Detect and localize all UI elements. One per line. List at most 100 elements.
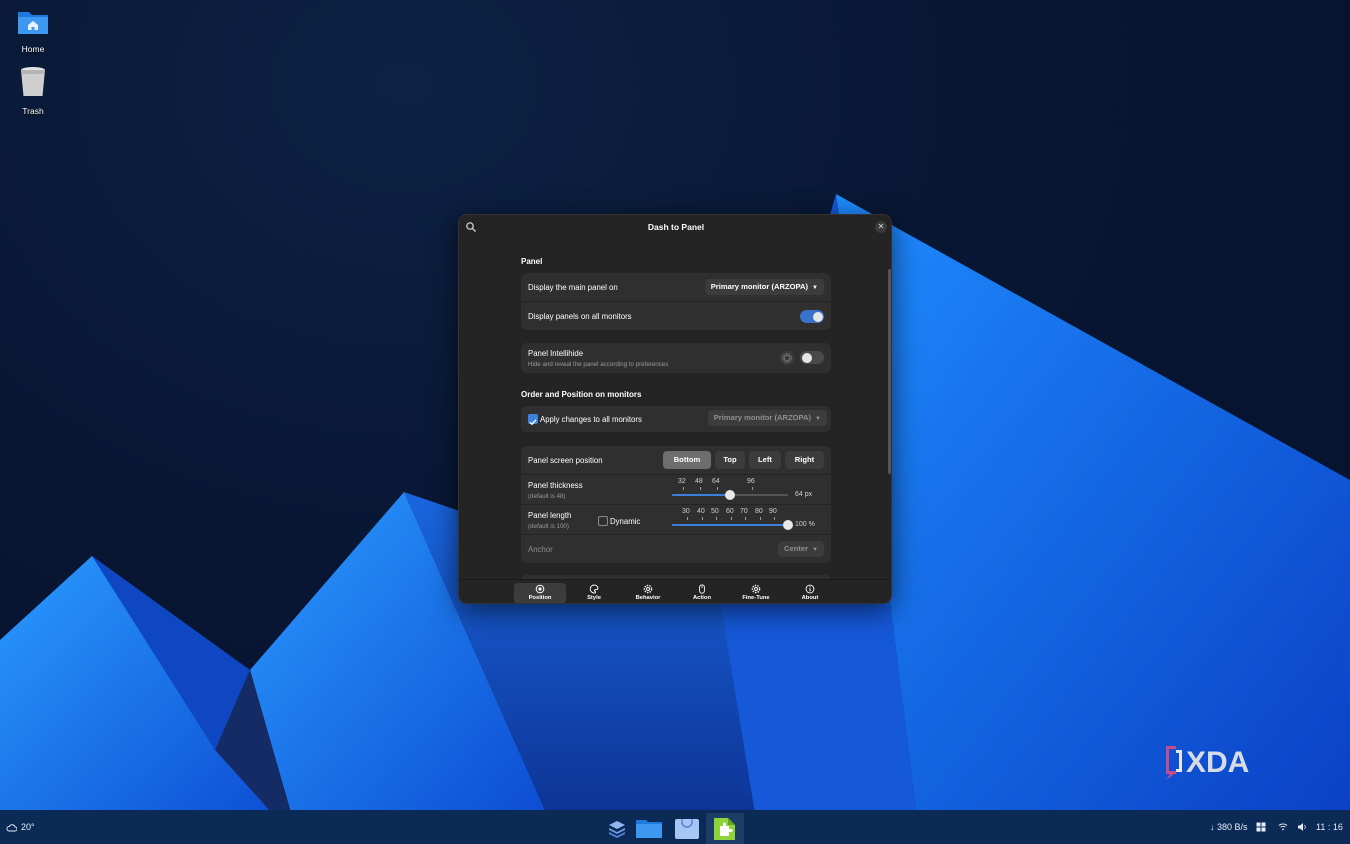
- files-icon: [636, 820, 662, 838]
- intellihide-toggle[interactable]: [800, 351, 824, 364]
- position-icon: [535, 584, 545, 594]
- tick-mark: [731, 517, 732, 520]
- network-speed[interactable]: ↓ 380 B/s: [1210, 822, 1248, 832]
- display-main-value: Primary monitor (ARZOPA): [710, 282, 809, 291]
- length-tick: 90: [769, 508, 777, 515]
- screen-position-label: Panel screen position: [528, 456, 603, 465]
- anchor-value: Center: [783, 544, 809, 553]
- thickness-tick: 48: [695, 478, 703, 485]
- position-bottom-button[interactable]: Bottom: [663, 451, 711, 469]
- thickness-tick: 32: [678, 478, 686, 485]
- length-value: 100 %: [795, 521, 815, 528]
- display-main-dropdown[interactable]: Primary monitor (ARZOPA) ▼: [704, 279, 824, 295]
- toggle-knob: [812, 311, 823, 322]
- tab-style[interactable]: Style: [568, 583, 620, 603]
- tick-mark: [752, 487, 753, 490]
- window-header: Dash to Panel ✕: [459, 215, 891, 239]
- trash-icon: [21, 67, 45, 96]
- layers-icon: [609, 821, 625, 838]
- taskbar-app-store[interactable]: [670, 813, 704, 844]
- screen-position-row: Panel screen position Bottom Top Left Ri…: [521, 446, 831, 474]
- apply-all-checkbox[interactable]: [528, 414, 538, 426]
- intellihide-subtitle: Hide and reveal the panel according to p…: [528, 361, 669, 368]
- dash-to-panel-window: Dash to Panel ✕ Panel Display the main p…: [458, 214, 892, 604]
- tab-about[interactable]: About: [784, 583, 836, 603]
- taskbar-app-extensions[interactable]: [706, 813, 744, 844]
- length-tick: 80: [755, 508, 763, 515]
- length-tick: 30: [682, 508, 690, 515]
- length-slider-handle[interactable]: [783, 520, 793, 530]
- tab-position[interactable]: Position: [514, 583, 566, 603]
- info-icon: [805, 584, 815, 594]
- tab-label: Fine-Tune: [742, 595, 770, 601]
- close-button[interactable]: ✕: [875, 221, 887, 233]
- tab-bar: Position Style Behavior Action Fine-Tune…: [459, 579, 891, 603]
- caret-down-icon: ▼: [812, 285, 818, 291]
- wifi-icon[interactable]: [1278, 822, 1288, 831]
- tab-fine-tune[interactable]: Fine-Tune: [730, 583, 782, 603]
- thickness-slider-handle[interactable]: [725, 490, 735, 500]
- svg-text:XDA: XDA: [1186, 746, 1249, 779]
- tab-action[interactable]: Action: [676, 583, 728, 603]
- desktop-icon-trash[interactable]: Trash: [0, 66, 66, 116]
- toggle-knob: [801, 352, 812, 363]
- all-monitors-row: Display panels on all monitors: [521, 301, 831, 330]
- tick-mark: [687, 517, 688, 520]
- clock[interactable]: 11 : 16: [1316, 822, 1343, 832]
- thickness-tick: 64: [712, 478, 720, 485]
- taskbar-app-layers[interactable]: [600, 813, 634, 844]
- volume-icon[interactable]: [1297, 822, 1308, 832]
- tab-behavior[interactable]: Behavior: [622, 583, 674, 603]
- weather-temperature[interactable]: 20°: [21, 822, 35, 832]
- apply-all-label: Apply changes to all monitors: [540, 415, 642, 424]
- apply-all-card: Apply changes to all monitors Primary mo…: [521, 406, 831, 432]
- tick-mark: [745, 517, 746, 520]
- tune-gear-icon: [751, 584, 761, 594]
- caret-down-icon: ▼: [815, 416, 821, 422]
- desktop-icon-home[interactable]: Home: [0, 8, 66, 54]
- checkmark-icon: [529, 419, 537, 426]
- settings-scroll-area[interactable]: Panel Display the main panel on Primary …: [459, 239, 891, 579]
- mouse-icon: [699, 584, 705, 594]
- monitor-dropdown[interactable]: Primary monitor (ARZOPA) ▼: [707, 410, 827, 426]
- length-tick: 40: [697, 508, 705, 515]
- section-title-panel: Panel: [521, 257, 543, 266]
- display-main-label: Display the main panel on: [528, 283, 618, 292]
- position-right-button[interactable]: Right: [785, 451, 824, 469]
- window-title: Dash to Panel: [647, 222, 705, 232]
- display-main-row: Display the main panel on Primary monito…: [521, 273, 831, 301]
- tab-label: Position: [528, 595, 552, 601]
- xda-watermark: XDA: [1166, 746, 1249, 780]
- extensions-icon: [714, 818, 735, 840]
- all-monitors-toggle[interactable]: [800, 310, 824, 323]
- tab-label: About: [801, 595, 819, 601]
- store-icon: [675, 819, 699, 839]
- length-subtitle: (default is 100): [528, 523, 569, 530]
- tick-mark: [717, 487, 718, 490]
- desktop-icon-label: Trash: [22, 106, 44, 116]
- gear-icon: [643, 584, 653, 594]
- scrollbar[interactable]: [888, 269, 891, 474]
- tick-mark: [683, 487, 684, 490]
- position-top-button[interactable]: Top: [715, 451, 745, 469]
- tick-mark: [716, 517, 717, 520]
- taskbar-app-files[interactable]: [632, 813, 666, 844]
- intellihide-settings-icon[interactable]: [779, 350, 795, 366]
- section-title-order: Order and Position on monitors: [521, 390, 642, 399]
- workspaces-icon[interactable]: [1256, 822, 1266, 832]
- thickness-value: 64 px: [795, 491, 813, 498]
- desktop-icon-label: Home: [21, 44, 45, 54]
- anchor-dropdown[interactable]: Center ▼: [777, 541, 824, 557]
- caret-down-icon: ▼: [812, 547, 818, 553]
- length-row: Panel length (default is 100) Dynamic 30…: [521, 504, 831, 534]
- palette-icon: [589, 584, 599, 594]
- all-monitors-label: Display panels on all monitors: [528, 312, 632, 321]
- thickness-row: Panel thickness (default is 48) 32 48 64…: [521, 474, 831, 504]
- tick-mark: [774, 517, 775, 520]
- position-left-button[interactable]: Left: [749, 451, 781, 469]
- thickness-slider-fill: [672, 494, 730, 496]
- home-folder-icon: [18, 12, 48, 34]
- dynamic-checkbox[interactable]: [598, 516, 608, 526]
- anchor-label: Anchor: [528, 545, 553, 554]
- cloud-icon: [6, 824, 17, 832]
